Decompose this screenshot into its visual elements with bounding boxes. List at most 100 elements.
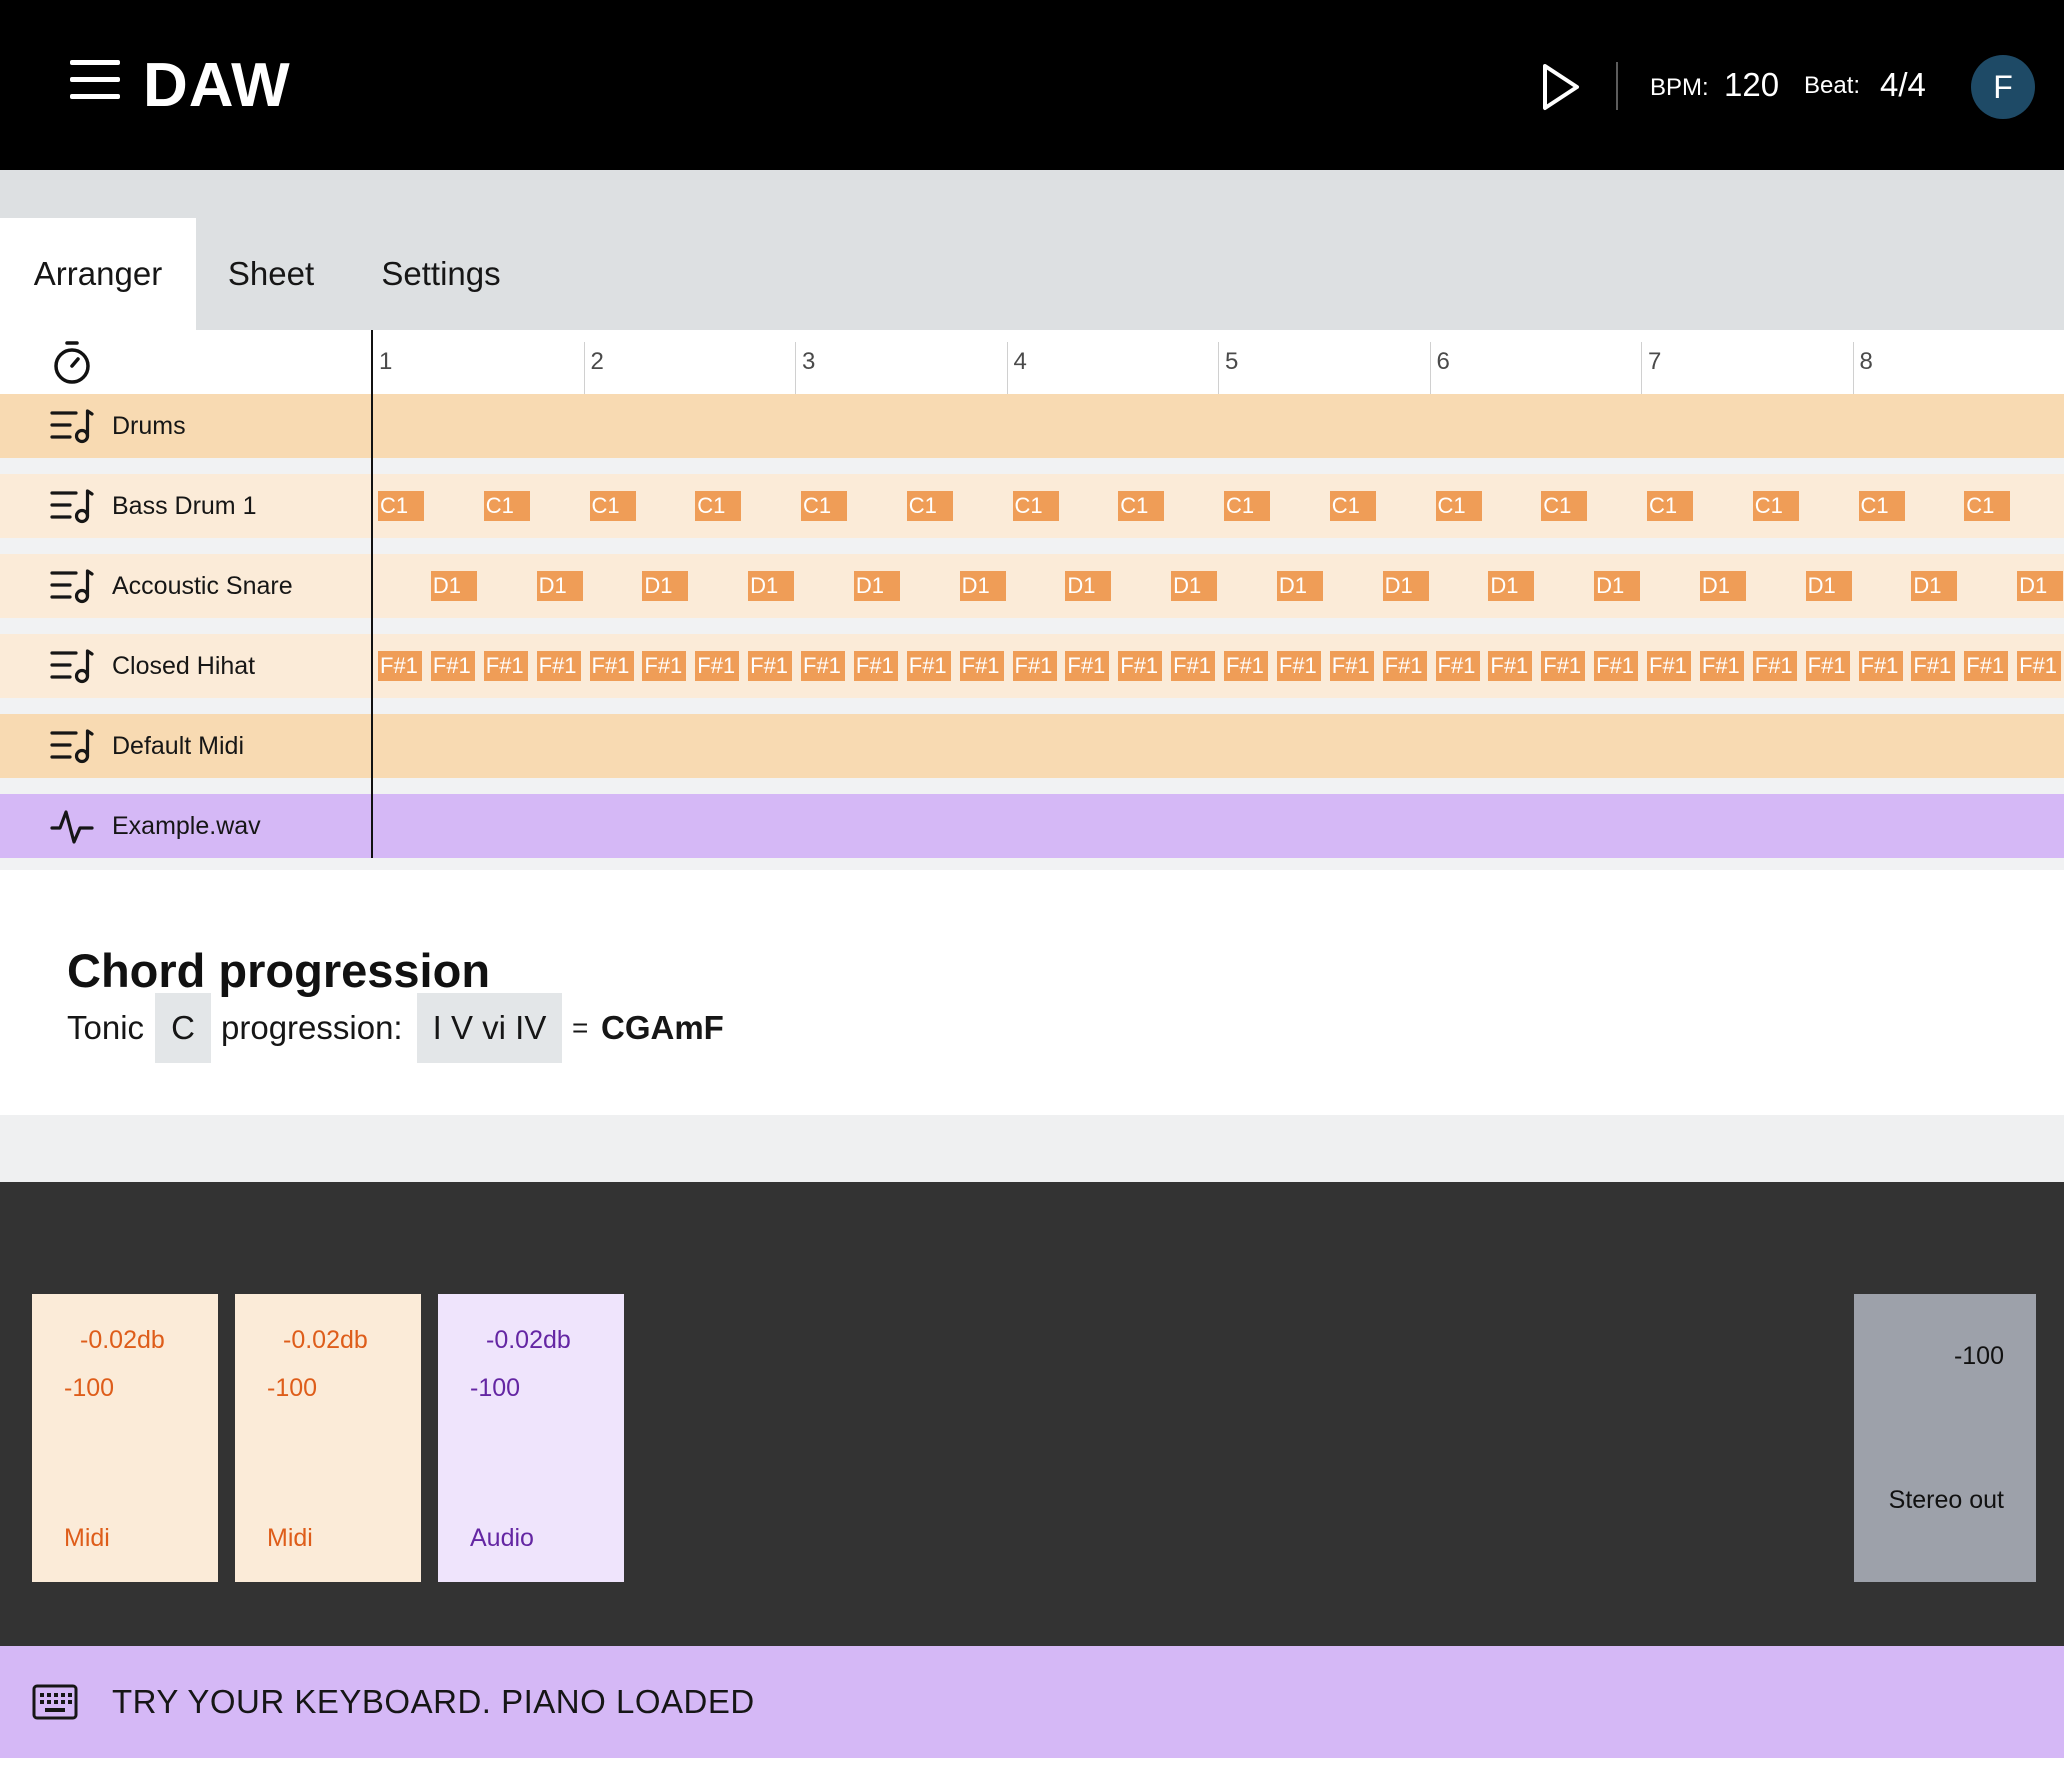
hamburger-menu-icon[interactable]: [70, 60, 120, 100]
ruler-bar-6[interactable]: 6: [1429, 342, 1450, 394]
midi-note[interactable]: F#1: [1224, 651, 1268, 681]
midi-note[interactable]: F#1: [2017, 651, 2062, 681]
play-icon[interactable]: [1535, 60, 1585, 114]
stereo-out-channel[interactable]: -100 Stereo out: [1854, 1294, 2036, 1582]
track-header[interactable]: Default Midi: [0, 714, 370, 778]
midi-note[interactable]: C1: [1224, 491, 1270, 521]
midi-note[interactable]: D1: [430, 571, 477, 601]
timeline-ruler[interactable]: 1 2 3 4 5 6 7 8: [0, 330, 2064, 394]
midi-note[interactable]: C1: [1118, 491, 1165, 521]
track-lane[interactable]: C1 C1 C1 C1 C1 C1 C1 C1 C1 C1 C1 C1 C1 C1 C1 C1: [372, 474, 2064, 538]
track-header[interactable]: Closed Hihat: [0, 634, 370, 698]
midi-note[interactable]: F#1: [695, 651, 740, 681]
midi-note[interactable]: C1: [378, 491, 424, 521]
track-header[interactable]: Accoustic Snare: [0, 554, 370, 618]
midi-note[interactable]: D1: [642, 571, 689, 601]
midi-note[interactable]: C1: [1329, 491, 1376, 521]
midi-note[interactable]: F#1: [801, 651, 845, 681]
midi-note[interactable]: F#1: [1435, 651, 1480, 681]
midi-note[interactable]: F#1: [1118, 651, 1163, 681]
track-lane[interactable]: [372, 714, 2064, 778]
midi-note[interactable]: C1: [1012, 491, 1059, 521]
ruler-bar-8[interactable]: 8: [1852, 342, 1873, 394]
midi-note[interactable]: F#1: [536, 651, 581, 681]
beat-value[interactable]: 4/4: [1880, 66, 1926, 104]
midi-note[interactable]: F#1: [1541, 651, 1586, 681]
channel-volume[interactable]: -100: [470, 1374, 520, 1403]
midi-note[interactable]: F#1: [1647, 651, 1691, 681]
playhead[interactable]: [371, 330, 373, 858]
midi-note[interactable]: F#1: [430, 651, 475, 681]
track-row[interactable]: Default Midi: [0, 714, 2064, 778]
midi-note[interactable]: D1: [1911, 571, 1958, 601]
midi-note[interactable]: D1: [1382, 571, 1429, 601]
track-row[interactable]: Closed Hihat F#1 F#1 F#1 F#1 F#1 F#1 F#1 F#1 F#1 F…: [0, 634, 2064, 698]
midi-note[interactable]: F#1: [1012, 651, 1057, 681]
midi-note[interactable]: F#1: [1329, 651, 1374, 681]
midi-note[interactable]: C1: [1964, 491, 2011, 521]
midi-note[interactable]: C1: [1541, 491, 1588, 521]
bpm-value[interactable]: 120: [1724, 66, 1779, 104]
ruler-bar-3[interactable]: 3: [795, 342, 815, 394]
midi-note[interactable]: F#1: [959, 651, 1004, 681]
track-row[interactable]: Drums: [0, 394, 2064, 458]
midi-note[interactable]: F#1: [1382, 651, 1427, 681]
midi-note[interactable]: F#1: [642, 651, 687, 681]
midi-note[interactable]: D1: [748, 571, 795, 601]
midi-note[interactable]: F#1: [1752, 651, 1797, 681]
midi-note[interactable]: F#1: [1594, 651, 1639, 681]
midi-note[interactable]: C1: [1752, 491, 1799, 521]
track-header[interactable]: Drums: [0, 394, 370, 458]
midi-note[interactable]: D1: [1171, 571, 1218, 601]
midi-note[interactable]: F#1: [378, 651, 422, 681]
midi-note[interactable]: F#1: [1171, 651, 1216, 681]
midi-note[interactable]: C1: [1858, 491, 1905, 521]
track-row[interactable]: Example.wav: [0, 794, 2064, 858]
ruler-bar-5[interactable]: 5: [1218, 342, 1238, 394]
track-header[interactable]: Example.wav: [0, 794, 370, 858]
channel-volume[interactable]: -100: [64, 1374, 114, 1403]
midi-note[interactable]: C1: [906, 491, 953, 521]
channel-volume[interactable]: -100: [267, 1374, 317, 1403]
midi-note[interactable]: C1: [801, 491, 847, 521]
stereo-out-volume[interactable]: -100: [1954, 1342, 2004, 1371]
midi-note[interactable]: F#1: [1964, 651, 2009, 681]
midi-note[interactable]: D1: [1488, 571, 1535, 601]
midi-note[interactable]: D1: [959, 571, 1006, 601]
midi-note[interactable]: C1: [1435, 491, 1482, 521]
tab-settings[interactable]: Settings: [346, 218, 536, 330]
track-row[interactable]: Accoustic Snare D1 D1 D1 D1 D1 D1 D1 D1 D1 D1 D1 D1 D…: [0, 554, 2064, 618]
midi-note[interactable]: D1: [1594, 571, 1641, 601]
ruler-bar-4[interactable]: 4: [1006, 342, 1027, 394]
user-avatar[interactable]: F: [1971, 55, 2035, 119]
midi-note[interactable]: D1: [1065, 571, 1112, 601]
midi-note[interactable]: F#1: [1065, 651, 1110, 681]
midi-note[interactable]: F#1: [483, 651, 528, 681]
mixer-channel-midi-2[interactable]: -0.02db -100 Midi: [235, 1294, 421, 1582]
track-lane[interactable]: F#1 F#1 F#1 F#1 F#1 F#1 F#1 F#1 F#1 F#1 F#1 F#1 F#1 F…: [372, 634, 2064, 698]
ruler-bar-7[interactable]: 7: [1641, 342, 1661, 394]
mixer-channel-midi-1[interactable]: -0.02db -100 Midi: [32, 1294, 218, 1582]
midi-note[interactable]: D1: [853, 571, 900, 601]
midi-note[interactable]: F#1: [1276, 651, 1321, 681]
midi-note[interactable]: F#1: [1805, 651, 1850, 681]
midi-note[interactable]: C1: [1647, 491, 1693, 521]
ruler-bar-1[interactable]: 1: [372, 342, 392, 394]
midi-note[interactable]: C1: [483, 491, 530, 521]
track-header[interactable]: Bass Drum 1: [0, 474, 370, 538]
ruler-bar-2[interactable]: 2: [583, 342, 604, 394]
midi-note[interactable]: D1: [2017, 571, 2064, 601]
midi-note[interactable]: F#1: [1488, 651, 1533, 681]
track-lane[interactable]: D1 D1 D1 D1 D1 D1 D1 D1 D1 D1 D1 D1 D1 D1 D1 D1: [372, 554, 2064, 618]
tab-sheet[interactable]: Sheet: [196, 218, 346, 330]
midi-note[interactable]: D1: [536, 571, 583, 601]
mixer-channel-audio[interactable]: -0.02db -100 Audio: [438, 1294, 624, 1582]
midi-note[interactable]: F#1: [1699, 651, 1744, 681]
midi-note[interactable]: F#1: [853, 651, 898, 681]
track-lane[interactable]: [372, 794, 2064, 858]
midi-note[interactable]: C1: [695, 491, 742, 521]
midi-note[interactable]: D1: [1276, 571, 1323, 601]
midi-note[interactable]: F#1: [1911, 651, 1956, 681]
midi-note[interactable]: F#1: [589, 651, 634, 681]
midi-note[interactable]: F#1: [1858, 651, 1903, 681]
